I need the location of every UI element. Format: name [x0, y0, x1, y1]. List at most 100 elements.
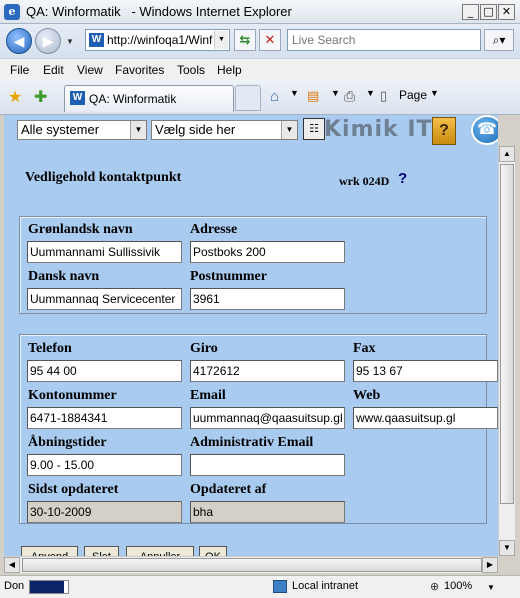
- favorites-star-icon[interactable]: ★: [8, 87, 22, 107]
- page-help-link[interactable]: ?: [398, 170, 407, 187]
- admin-email-label: Administrativ Email: [190, 435, 314, 450]
- address-toolbar: ◀ ▶ ▼ W http://winfoqa1/Winfo ▼ ⇆ ✕ ⌕▾: [0, 24, 520, 58]
- app-toolbar: Alle systemer ▼ Vælg side her ▼ ☷ Kimik …: [4, 115, 498, 147]
- refresh-button[interactable]: ⇆: [234, 29, 256, 51]
- menu-tools[interactable]: Tools: [177, 63, 205, 77]
- zoom-icon[interactable]: ⊕: [430, 580, 439, 593]
- last-updated-field: 30-10-2009: [27, 501, 182, 523]
- back-button[interactable]: ◀: [6, 28, 32, 54]
- search-icon[interactable]: ⌕▾: [484, 29, 514, 51]
- menu-view[interactable]: View: [77, 63, 103, 77]
- menu-bar: File Edit View Favorites Tools Help: [0, 58, 520, 80]
- help-button[interactable]: ?: [432, 117, 456, 145]
- gl-name-field[interactable]: Uummannami Sullissivik: [27, 241, 182, 263]
- ok-button[interactable]: OK: [199, 546, 227, 556]
- tab-bar: ★ ✚ W QA: Winformatik ⌂ ▼ ▤ ▼ ⎙ ▼ ▯ Page…: [0, 80, 520, 115]
- account-field[interactable]: 6471-1884341: [27, 407, 182, 429]
- page-select-value: Vælg side her: [155, 122, 236, 137]
- opening-hours-label: Åbningstider: [28, 435, 107, 450]
- scroll-corner: [498, 556, 515, 573]
- maximize-button[interactable]: □: [480, 4, 497, 20]
- security-zone[interactable]: Local intranet: [292, 580, 358, 592]
- horizontal-scroll-thumb[interactable]: [22, 558, 482, 572]
- history-dropdown-icon[interactable]: ▼: [66, 37, 74, 46]
- document-icon[interactable]: ☷: [303, 118, 325, 140]
- vertical-scrollbar[interactable]: ▲ ▼: [498, 146, 515, 556]
- web-field[interactable]: www.qaasuitsup.gl: [353, 407, 498, 429]
- ie-logo-icon: e: [4, 4, 20, 20]
- new-tab-button[interactable]: [235, 85, 261, 111]
- apply-button[interactable]: Anvend: [21, 546, 78, 556]
- gl-name-label: Grønlandsk navn: [28, 222, 133, 237]
- scroll-down-icon[interactable]: ▼: [499, 540, 515, 556]
- site-favicon-icon: W: [89, 33, 104, 47]
- giro-field[interactable]: 4172612: [190, 360, 345, 382]
- url-text[interactable]: http://winfoqa1/Winfo: [107, 33, 213, 47]
- menu-edit[interactable]: Edit: [43, 63, 64, 77]
- last-updated-label: Sidst opdateret: [28, 482, 119, 497]
- address-field[interactable]: Postboks 200: [190, 241, 345, 263]
- dk-name-label: Dansk navn: [28, 269, 100, 284]
- system-select[interactable]: Alle systemer ▼: [17, 120, 147, 140]
- menu-file[interactable]: File: [10, 63, 29, 77]
- title-bar: e QA: Winformatik - Windows Internet Exp…: [0, 0, 520, 24]
- forward-button[interactable]: ▶: [35, 28, 61, 54]
- phone-icon[interactable]: ☎: [471, 115, 498, 145]
- page-dropdown-icon[interactable]: ▼: [430, 88, 439, 98]
- phone-label: Telefon: [28, 341, 72, 356]
- tab-favicon-icon: W: [70, 91, 85, 105]
- giro-label: Giro: [190, 341, 218, 356]
- email-label: Email: [190, 388, 226, 403]
- cancel-button[interactable]: Annuller: [126, 546, 194, 556]
- delete-button[interactable]: Slet: [84, 546, 119, 556]
- system-select-value: Alle systemer: [21, 122, 100, 137]
- address-field[interactable]: W http://winfoqa1/Winfo ▼: [85, 29, 230, 51]
- updated-by-label: Opdateret af: [190, 482, 267, 497]
- home-dropdown-icon[interactable]: ▼: [290, 88, 299, 98]
- admin-email-field[interactable]: [190, 454, 345, 476]
- status-bar: Don Local intranet ⊕ 100% ▼: [0, 575, 520, 598]
- page-icon[interactable]: ▯: [380, 88, 387, 104]
- search-box[interactable]: [287, 29, 481, 51]
- intranet-zone-icon: [273, 580, 287, 593]
- scroll-up-icon[interactable]: ▲: [499, 146, 515, 162]
- tab-label: QA: Winformatik: [89, 92, 177, 106]
- scroll-right-icon[interactable]: ▶: [482, 557, 498, 573]
- search-input[interactable]: [288, 30, 480, 50]
- dk-name-field[interactable]: Uummannaq Servicecenter: [27, 288, 182, 310]
- home-icon[interactable]: ⌂: [270, 88, 279, 105]
- page-menu[interactable]: Page: [399, 88, 427, 102]
- vertical-scroll-thumb[interactable]: [500, 164, 514, 504]
- page-select[interactable]: Vælg side her ▼: [151, 120, 298, 140]
- menu-help[interactable]: Help: [217, 63, 242, 77]
- address-label: Adresse: [190, 222, 238, 237]
- brand-logo: Kimik IT: [324, 117, 433, 142]
- add-favorite-icon[interactable]: ✚: [34, 87, 47, 107]
- email-field[interactable]: uummannaq@qaasuitsup.gl: [190, 407, 345, 429]
- account-label: Kontonummer: [28, 388, 117, 403]
- postal-code-field[interactable]: 3961: [190, 288, 345, 310]
- window-title: QA: Winformatik - Windows Internet Explo…: [26, 4, 292, 19]
- progress-fill: [30, 581, 65, 593]
- phone-field[interactable]: 95 44 00: [27, 360, 182, 382]
- scroll-left-icon[interactable]: ◀: [4, 557, 20, 573]
- horizontal-scrollbar[interactable]: ◀ ▶: [4, 556, 498, 573]
- feeds-dropdown-icon[interactable]: ▼: [331, 88, 340, 98]
- print-icon[interactable]: ⎙: [344, 88, 355, 105]
- opening-hours-field[interactable]: 9.00 - 15.00: [27, 454, 182, 476]
- tab-winformatik[interactable]: W QA: Winformatik: [64, 85, 234, 112]
- feeds-icon[interactable]: ▤: [307, 88, 319, 104]
- progress-bar: [29, 580, 69, 594]
- zoom-level[interactable]: 100%: [444, 580, 472, 592]
- zoom-dropdown-icon[interactable]: ▼: [487, 583, 495, 592]
- address-dropdown-icon[interactable]: ▼: [214, 31, 228, 49]
- fax-field[interactable]: 95 13 67: [353, 360, 498, 382]
- postal-code-label: Postnummer: [190, 269, 267, 284]
- menu-favorites[interactable]: Favorites: [115, 63, 164, 77]
- print-dropdown-icon[interactable]: ▼: [366, 88, 375, 98]
- close-window-button[interactable]: ✕: [498, 4, 515, 20]
- page-title: Vedligehold kontaktpunkt: [25, 170, 182, 185]
- page-content: Alle systemer ▼ Vælg side her ▼ ☷ Kimik …: [4, 115, 498, 556]
- stop-button[interactable]: ✕: [259, 29, 281, 51]
- minimize-button[interactable]: _: [462, 4, 479, 20]
